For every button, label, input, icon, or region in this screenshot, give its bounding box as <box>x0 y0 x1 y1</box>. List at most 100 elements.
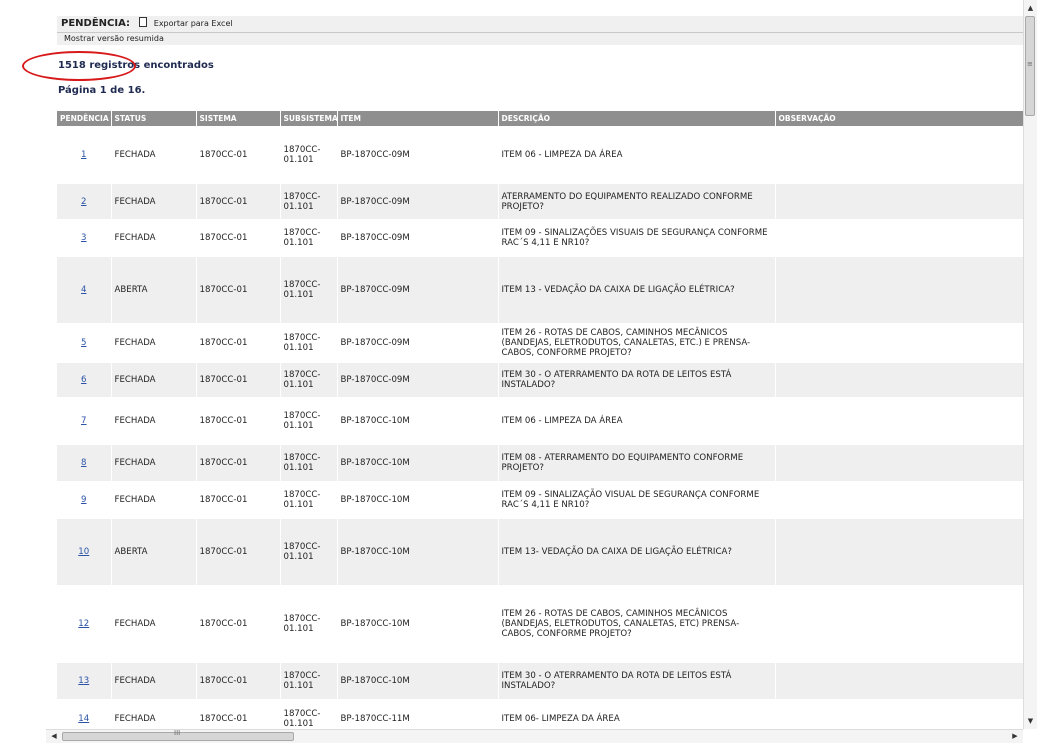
pendencia-link[interactable]: 6 <box>81 375 86 385</box>
status-cell: FECHADA <box>111 481 197 519</box>
col-header-sistema[interactable]: SISTEMA <box>196 111 281 126</box>
sistema-cell: 1870CC-01 <box>196 663 281 699</box>
document-icon[interactable] <box>138 17 147 27</box>
table-row[interactable]: 6 FECHADA 1870CC-01 1870CC- 01.101 BP-1870CC… <box>57 363 1023 397</box>
table-header-row: PENDÊNCIA STATUS SISTEMA SUBSISTEMA ITEM… <box>57 111 1023 126</box>
descricao-cell: ITEM 06- LIMPEZA DA ÁREA <box>498 699 776 729</box>
pendencia-link[interactable]: 12 <box>78 619 89 629</box>
subsistema-cell: 1870CC- 01.101 <box>280 397 338 445</box>
horizontal-scrollbar[interactable]: ◀ III ▶ <box>46 729 1023 743</box>
subsistema-cell: 1870CC- 01.101 <box>280 323 338 363</box>
sistema-cell: 1870CC-01 <box>196 481 281 519</box>
table-row[interactable]: 10 ABERTA 1870CC-01 1870CC- 01.101 BP-1870CC… <box>57 519 1023 585</box>
hscroll-grip-icon: III <box>174 729 181 737</box>
table-row[interactable]: 1 FECHADA 1870CC-01 1870CC- 01.101 BP-1870CC… <box>57 126 1023 184</box>
item-cell: BP-1870CC-11M <box>337 699 499 729</box>
scroll-right-arrow-icon[interactable]: ▶ <box>1009 730 1021 743</box>
table-row[interactable]: 7 FECHADA 1870CC-01 1870CC- 01.101 BP-1870CC… <box>57 397 1023 445</box>
descricao-cell: ITEM 09 - SINALIZAÇÃO VISUAL DE SEGURANÇ… <box>498 481 776 519</box>
observacao-cell <box>775 219 1023 257</box>
pendencia-cell: 10 <box>57 519 112 585</box>
item-cell: BP-1870CC-09M <box>337 219 499 257</box>
scroll-down-arrow-icon[interactable]: ▼ <box>1024 715 1037 727</box>
pendencia-link[interactable]: 9 <box>81 495 86 505</box>
status-cell: FECHADA <box>111 699 197 729</box>
descricao-cell: ITEM 30 - O ATERRAMENTO DA ROTA DE LEITO… <box>498 663 776 699</box>
sistema-cell: 1870CC-01 <box>196 363 281 397</box>
vertical-scrollbar[interactable]: ▲ ≡ ▼ <box>1023 0 1037 729</box>
page-viewport: PENDÊNCIA: Exportar para Excel Mostrar v… <box>0 0 1023 729</box>
sistema-cell: 1870CC-01 <box>196 126 281 184</box>
pendencia-cell: 12 <box>57 585 112 663</box>
pendencia-link[interactable]: 4 <box>81 285 86 295</box>
item-cell: BP-1870CC-10M <box>337 481 499 519</box>
col-header-observacao[interactable]: OBSERVAÇÃO <box>775 111 1023 126</box>
pendencia-link[interactable]: 14 <box>78 714 89 724</box>
pendencia-cell: 13 <box>57 663 112 699</box>
status-cell: FECHADA <box>111 126 197 184</box>
descricao-cell: ITEM 26 - ROTAS DE CABOS, CAMINHOS MECÂN… <box>498 585 776 663</box>
sistema-cell: 1870CC-01 <box>196 184 281 219</box>
show-summary-link[interactable]: Mostrar versão resumida <box>64 34 164 43</box>
descricao-cell: ITEM 13- VEDAÇÃO DA CAIXA DE LIGAÇÃO ELÉ… <box>498 519 776 585</box>
pendencia-cell: 7 <box>57 397 112 445</box>
sistema-cell: 1870CC-01 <box>196 445 281 481</box>
table-row[interactable]: 13 FECHADA 1870CC-01 1870CC- 01.101 BP-1870C… <box>57 663 1023 699</box>
pendencia-link[interactable]: 2 <box>81 197 86 207</box>
observacao-cell <box>775 363 1023 397</box>
pendencia-link[interactable]: 1 <box>81 150 86 160</box>
pendencias-table: PENDÊNCIA STATUS SISTEMA SUBSISTEMA ITEM… <box>57 111 1023 729</box>
descricao-cell: ITEM 13 - VEDAÇÃO DA CAIXA DE LIGAÇÃO EL… <box>498 257 776 323</box>
status-cell: ABERTA <box>111 519 197 585</box>
table-row[interactable]: 5 FECHADA 1870CC-01 1870CC- 01.101 BP-1870CC… <box>57 323 1023 363</box>
table-row[interactable]: 2 FECHADA 1870CC-01 1870CC- 01.101 BP-1870CC… <box>57 184 1023 219</box>
subsistema-cell: 1870CC- 01.101 <box>280 219 338 257</box>
subsistema-cell: 1870CC- 01.101 <box>280 519 338 585</box>
table-row[interactable]: 8 FECHADA 1870CC-01 1870CC- 01.101 BP-1870CC… <box>57 445 1023 481</box>
observacao-cell <box>775 585 1023 663</box>
status-cell: FECHADA <box>111 184 197 219</box>
col-header-item[interactable]: ITEM <box>337 111 499 126</box>
table-row[interactable]: 12 FECHADA 1870CC-01 1870CC- 01.101 BP-1870C… <box>57 585 1023 663</box>
scroll-grip-icon: ≡ <box>1027 60 1033 68</box>
observacao-cell <box>775 126 1023 184</box>
col-header-subsistema[interactable]: SUBSISTEMA <box>280 111 338 126</box>
status-cell: FECHADA <box>111 585 197 663</box>
pendencia-link[interactable]: 7 <box>81 416 86 426</box>
observacao-cell <box>775 397 1023 445</box>
observacao-cell <box>775 445 1023 481</box>
item-cell: BP-1870CC-10M <box>337 519 499 585</box>
table-row[interactable]: 3 FECHADA 1870CC-01 1870CC- 01.101 BP-1870CC… <box>57 219 1023 257</box>
subsistema-cell: 1870CC- 01.101 <box>280 445 338 481</box>
item-cell: BP-1870CC-09M <box>337 184 499 219</box>
scroll-up-arrow-icon[interactable]: ▲ <box>1024 2 1037 14</box>
pendencia-link[interactable]: 5 <box>81 338 86 348</box>
pendencia-cell: 1 <box>57 126 112 184</box>
pendencia-link[interactable]: 3 <box>81 233 86 243</box>
pendencia-cell: 5 <box>57 323 112 363</box>
subsistema-cell: 1870CC- 01.101 <box>280 481 338 519</box>
col-header-pendencia[interactable]: PENDÊNCIA <box>57 111 112 126</box>
pendencia-link[interactable]: 8 <box>81 458 86 468</box>
subsistema-cell: 1870CC- 01.101 <box>280 663 338 699</box>
descricao-cell: ITEM 26 - ROTAS DE CABOS, CAMINHOS MECÂN… <box>498 323 776 363</box>
descricao-cell: ITEM 30 - O ATERRAMENTO DA ROTA DE LEITO… <box>498 363 776 397</box>
item-cell: BP-1870CC-09M <box>337 323 499 363</box>
observacao-cell <box>775 481 1023 519</box>
status-cell: FECHADA <box>111 363 197 397</box>
export-excel-link[interactable]: Exportar para Excel <box>154 19 233 28</box>
sistema-cell: 1870CC-01 <box>196 585 281 663</box>
table-row[interactable]: 9 FECHADA 1870CC-01 1870CC- 01.101 BP-1870CC… <box>57 481 1023 519</box>
col-header-status[interactable]: STATUS <box>111 111 197 126</box>
pendencia-link[interactable]: 13 <box>78 676 89 686</box>
pendencia-link[interactable]: 10 <box>78 547 89 557</box>
col-header-descricao[interactable]: DESCRIÇÃO <box>498 111 776 126</box>
descricao-cell: ITEM 06 - LIMPEZA DA ÁREA <box>498 397 776 445</box>
table-row[interactable]: 14 FECHADA 1870CC-01 1870CC- 01.101 BP-1870C… <box>57 699 1023 729</box>
item-cell: BP-1870CC-09M <box>337 126 499 184</box>
descricao-cell: ITEM 06 - LIMPEZA DA ÁREA <box>498 126 776 184</box>
table-row[interactable]: 4 ABERTA 1870CC-01 1870CC- 01.101 BP-1870CC-… <box>57 257 1023 323</box>
item-cell: BP-1870CC-10M <box>337 397 499 445</box>
scroll-left-arrow-icon[interactable]: ◀ <box>48 730 60 743</box>
subsistema-cell: 1870CC- 01.101 <box>280 699 338 729</box>
